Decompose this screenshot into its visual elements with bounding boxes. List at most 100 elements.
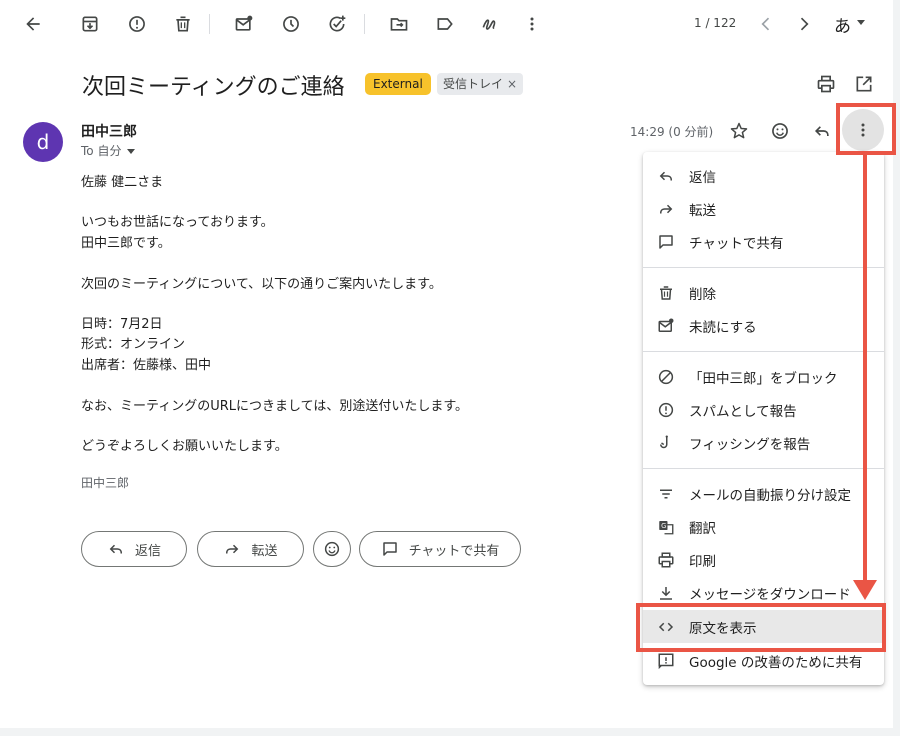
signature: 田中三郎 bbox=[81, 476, 130, 490]
reply-icon bbox=[655, 165, 677, 187]
forward-icon bbox=[655, 198, 677, 220]
more-apps-icon[interactable] bbox=[476, 10, 504, 38]
chat-icon bbox=[382, 542, 397, 556]
reply-icon bbox=[109, 544, 122, 554]
svg-text:G: G bbox=[661, 522, 666, 530]
emoji-reaction-icon[interactable] bbox=[766, 117, 794, 145]
menu-item-translate[interactable]: G 翻訳 bbox=[643, 510, 884, 543]
menu-item-report-phishing[interactable]: フィッシングを報告 bbox=[643, 426, 884, 459]
page-bottom-edge bbox=[0, 728, 900, 736]
toolbar-divider bbox=[209, 14, 210, 34]
menu-item-label: 削除 bbox=[689, 286, 716, 303]
toolbar-divider bbox=[364, 14, 365, 34]
menu-item-label: 「田中三郎」をブロック bbox=[689, 370, 838, 387]
email-subject: 次回ミーティングのご連絡 bbox=[82, 75, 345, 100]
recipient-caret-icon[interactable] bbox=[127, 149, 136, 154]
recipient-details[interactable]: To 自分 bbox=[81, 142, 136, 159]
annotation-highlight-more-button bbox=[836, 103, 896, 155]
menu-divider bbox=[643, 267, 884, 268]
phishing-icon bbox=[655, 432, 677, 454]
avatar[interactable]: d bbox=[23, 122, 63, 162]
annotation-arrow-head bbox=[853, 580, 877, 600]
print-icon bbox=[655, 549, 677, 571]
download-icon bbox=[655, 582, 677, 604]
menu-item-delete[interactable]: 削除 bbox=[643, 276, 884, 309]
block-icon bbox=[655, 366, 677, 388]
timestamp: 14:29 (0 分前) bbox=[630, 125, 714, 139]
mark-unread-icon[interactable] bbox=[230, 10, 258, 38]
reply-icon[interactable] bbox=[808, 117, 836, 145]
chat-icon bbox=[655, 231, 677, 253]
body-line: いつもお世話になっております。 bbox=[81, 215, 274, 230]
body-line: 田中三郎です。 bbox=[81, 236, 171, 251]
filter-icon bbox=[655, 483, 677, 505]
menu-item-label: チャットで共有 bbox=[689, 235, 784, 252]
menu-item-label: 転送 bbox=[689, 202, 716, 219]
print-all-icon[interactable] bbox=[812, 70, 840, 98]
menu-item-block-sender[interactable]: 「田中三郎」をブロック bbox=[643, 360, 884, 393]
delete-icon bbox=[655, 282, 677, 304]
recipient-label: To 自分 bbox=[81, 144, 122, 158]
archive-icon[interactable] bbox=[76, 10, 104, 38]
add-task-icon[interactable] bbox=[323, 10, 351, 38]
emoji-reaction-button[interactable] bbox=[313, 531, 351, 567]
external-badge: External bbox=[365, 73, 431, 95]
body-line: 出席者：佐藤様、田中 bbox=[81, 358, 212, 373]
share-in-chat-button[interactable]: チャットで共有 bbox=[359, 531, 521, 567]
menu-item-label: 印刷 bbox=[689, 553, 716, 570]
menu-item-share-chat[interactable]: チャットで共有 bbox=[643, 225, 884, 258]
annotation-arrow-line bbox=[863, 155, 867, 583]
menu-item-label: メールの自動振り分け設定 bbox=[689, 487, 851, 504]
mark-unread-icon bbox=[655, 315, 677, 337]
menu-item-label: フィッシングを報告 bbox=[689, 436, 811, 453]
menu-item-label: 返信 bbox=[689, 169, 716, 186]
body-line: どうぞよろしくお願いいたします。 bbox=[81, 439, 288, 454]
menu-item-label: 未読にする bbox=[689, 319, 757, 336]
menu-item-label: メッセージをダウンロード bbox=[689, 586, 851, 603]
input-method-caret-icon[interactable] bbox=[857, 20, 865, 25]
snooze-icon[interactable] bbox=[277, 10, 305, 38]
more-vert-icon[interactable] bbox=[518, 10, 546, 38]
body-line: 日時：7月2日 bbox=[81, 317, 163, 332]
move-to-icon[interactable] bbox=[385, 10, 413, 38]
forward-button-label: 転送 bbox=[251, 543, 278, 559]
menu-item-forward[interactable]: 転送 bbox=[643, 192, 884, 225]
input-method-selector[interactable]: あ bbox=[834, 12, 851, 37]
reply-button[interactable]: 返信 bbox=[81, 531, 187, 567]
body-line: 次回のミーティングについて、以下の通りご案内いたします。 bbox=[81, 277, 442, 292]
back-arrow-icon[interactable] bbox=[19, 10, 47, 38]
newer-chevron-left-icon[interactable] bbox=[752, 10, 780, 38]
emoji-icon bbox=[324, 541, 340, 557]
translate-icon: G bbox=[655, 516, 677, 538]
remove-label-icon[interactable]: × bbox=[507, 77, 517, 91]
menu-item-report-spam[interactable]: スパムとして報告 bbox=[643, 393, 884, 426]
menu-item-reply[interactable]: 返信 bbox=[643, 159, 884, 192]
feedback-icon bbox=[655, 650, 677, 672]
menu-item-mark-unread[interactable]: 未読にする bbox=[643, 309, 884, 342]
reply-button-label: 返信 bbox=[134, 543, 161, 559]
inbox-label-text: 受信トレイ bbox=[443, 77, 504, 91]
older-chevron-right-icon[interactable] bbox=[790, 10, 818, 38]
annotation-highlight-show-original bbox=[636, 603, 886, 652]
forward-icon bbox=[226, 544, 239, 554]
menu-divider bbox=[643, 351, 884, 352]
sender-name[interactable]: 田中三郎 bbox=[81, 121, 137, 141]
menu-item-label: Google の改善のために共有 bbox=[689, 654, 863, 671]
share-in-chat-label: チャットで共有 bbox=[408, 543, 500, 559]
body-line: なお、ミーティングのURLにつきましては、別途送付いたします。 bbox=[81, 399, 469, 414]
forward-button[interactable]: 転送 bbox=[197, 531, 304, 567]
pager-count: 1 / 122 bbox=[694, 16, 737, 30]
body-line: 佐藤 健二さま bbox=[81, 175, 164, 190]
report-spam-icon bbox=[655, 399, 677, 421]
menu-divider bbox=[643, 468, 884, 469]
menu-item-print[interactable]: 印刷 bbox=[643, 543, 884, 576]
menu-item-filter[interactable]: メールの自動振り分け設定 bbox=[643, 477, 884, 510]
inbox-label-chip: 受信トレイ × bbox=[437, 73, 524, 95]
star-icon[interactable] bbox=[725, 117, 753, 145]
menu-item-label: スパムとして報告 bbox=[689, 403, 797, 420]
label-icon[interactable] bbox=[431, 10, 459, 38]
delete-icon[interactable] bbox=[169, 10, 197, 38]
body-line: 形式：オンライン bbox=[81, 337, 186, 352]
report-icon[interactable] bbox=[123, 10, 151, 38]
open-new-window-icon[interactable] bbox=[850, 70, 878, 98]
